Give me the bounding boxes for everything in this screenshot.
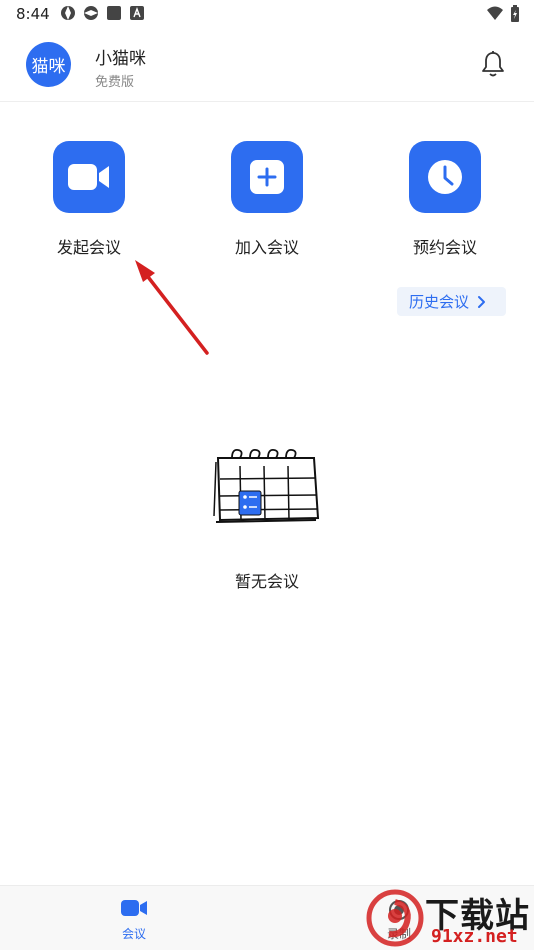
bell-icon[interactable] bbox=[480, 50, 506, 78]
meeting-history-label: 历史会议 bbox=[409, 293, 470, 311]
video-camera-icon bbox=[68, 164, 109, 190]
aperture-icon bbox=[84, 6, 98, 20]
video-camera-icon bbox=[121, 900, 147, 916]
join-meeting-label: 加入会议 bbox=[234, 238, 299, 257]
schedule-meeting-tile[interactable] bbox=[409, 141, 481, 213]
join-meeting-button[interactable]: 加入会议 bbox=[212, 141, 322, 258]
aperture-icon bbox=[61, 6, 75, 20]
clock-icon bbox=[428, 160, 462, 194]
schedule-meeting-button[interactable]: 预约会议 bbox=[390, 141, 500, 258]
calendar-illustration bbox=[213, 449, 320, 523]
user-plan: 免费版 bbox=[95, 75, 135, 90]
account-header: 猫咪 小猫咪 免费版 bbox=[0, 30, 534, 102]
meeting-history-button[interactable]: 历史会议 bbox=[397, 287, 506, 316]
nav-tab-meetings[interactable]: 会议 bbox=[104, 899, 164, 942]
annotation-arrow bbox=[135, 260, 209, 355]
join-meeting-tile[interactable] bbox=[231, 141, 303, 213]
schedule-meeting-label: 预约会议 bbox=[412, 238, 477, 257]
plus-icon bbox=[250, 160, 284, 194]
app-letter-icon bbox=[130, 6, 144, 20]
notification-icons bbox=[60, 5, 145, 21]
start-meeting-button[interactable]: 发起会议 bbox=[34, 141, 144, 258]
user-name[interactable]: 小猫咪 bbox=[95, 44, 146, 69]
status-time: 8:44 bbox=[16, 5, 50, 23]
app-square-icon bbox=[107, 6, 121, 20]
watermark: 下载站 91xz.net bbox=[365, 888, 534, 950]
nav-tab-meetings-label: 会议 bbox=[121, 927, 146, 941]
wifi-icon bbox=[487, 6, 503, 20]
status-bar: 8:44 bbox=[0, 0, 534, 30]
system-icons bbox=[486, 5, 520, 23]
start-meeting-tile[interactable] bbox=[53, 141, 125, 213]
empty-state-text: 暂无会议 bbox=[234, 572, 299, 591]
chevron-right-icon bbox=[478, 295, 486, 308]
watermark-site: 91xz.net bbox=[431, 926, 518, 947]
watermark-logo bbox=[366, 889, 424, 947]
avatar[interactable]: 猫咪 bbox=[26, 42, 71, 87]
battery-icon bbox=[511, 5, 519, 22]
